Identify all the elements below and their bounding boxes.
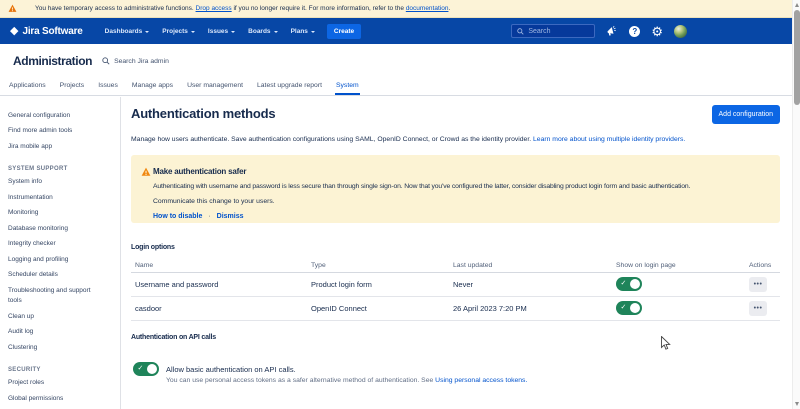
nav-plans[interactable]: Plans bbox=[291, 28, 315, 35]
sidebar-item-instrumentation[interactable]: Instrumentation bbox=[8, 190, 106, 206]
basic-auth-toggle[interactable]: ✓ bbox=[133, 362, 159, 376]
add-configuration-button[interactable]: Add configuration bbox=[712, 105, 780, 124]
sidebar-item-scheduler-details[interactable]: Scheduler details bbox=[8, 268, 106, 284]
help-icon[interactable]: ? bbox=[629, 26, 640, 37]
tab-manage-apps[interactable]: Manage apps bbox=[131, 78, 174, 95]
nav-issues[interactable]: Issues bbox=[208, 28, 235, 35]
admin-tabs: Applications Projects Issues Manage apps… bbox=[0, 78, 792, 96]
sidebar-item-find-more-admin-tools[interactable]: Find more admin tools bbox=[8, 124, 106, 140]
sidebar-section-security: SECURITY bbox=[8, 365, 106, 376]
warning-icon bbox=[141, 167, 151, 177]
sidebar-item-database-monitoring[interactable]: Database monitoring bbox=[8, 221, 106, 237]
show-on-login-toggle[interactable]: ✓ bbox=[616, 277, 642, 291]
row-last-updated: Never bbox=[453, 280, 616, 289]
jira-brand[interactable]: ◆ Jira Software bbox=[10, 26, 83, 37]
show-on-login-toggle[interactable]: ✓ bbox=[616, 301, 642, 315]
row-last-updated: 26 April 2023 7:20 PM bbox=[453, 304, 616, 313]
row-actions-button[interactable]: ••• bbox=[749, 277, 767, 292]
admin-search[interactable]: Search Jira admin bbox=[102, 57, 169, 65]
api-subtext: You can use personal access tokens as a … bbox=[166, 377, 527, 384]
documentation-link[interactable]: documentation bbox=[406, 5, 449, 12]
warning-panel: Make authentication safer Authenticating… bbox=[131, 155, 780, 223]
scrollbar-up-arrow[interactable] bbox=[795, 3, 799, 7]
chevron-down-icon bbox=[311, 31, 315, 33]
nav-dashboards[interactable]: Dashboards bbox=[105, 28, 150, 35]
sidebar-item-clustering[interactable]: Clustering bbox=[8, 340, 106, 356]
warning-line1: Authenticating with username and passwor… bbox=[153, 183, 768, 190]
tab-user-management[interactable]: User management bbox=[186, 78, 244, 95]
chevron-down-icon bbox=[191, 31, 195, 33]
user-avatar[interactable] bbox=[674, 25, 687, 38]
login-options-title: Login options bbox=[131, 244, 780, 251]
tab-latest-upgrade-report[interactable]: Latest upgrade report bbox=[256, 78, 323, 95]
warning-title: Make authentication safer bbox=[153, 167, 768, 176]
admin-header: Administration Search Jira admin bbox=[0, 44, 792, 78]
row-name: casdoor bbox=[131, 304, 311, 313]
how-to-disable-link[interactable]: How to disable bbox=[153, 213, 202, 220]
sidebar-item-logging-and-profiling[interactable]: Logging and profiling bbox=[8, 252, 106, 268]
gear-icon[interactable]: ⚙ bbox=[651, 25, 663, 38]
dismiss-link[interactable]: Dismiss bbox=[217, 213, 244, 220]
sidebar-item-global-permissions[interactable]: Global permissions bbox=[8, 391, 106, 407]
chevron-down-icon bbox=[274, 31, 278, 33]
login-options-table: Name Type Last updated Show on login pag… bbox=[131, 258, 780, 321]
warning-line2: Communicate this change to your users. bbox=[153, 198, 768, 205]
api-section-title: Authentication on API calls bbox=[131, 334, 780, 341]
mouse-cursor bbox=[660, 336, 671, 351]
sidebar-item-clean-up[interactable]: Clean up bbox=[8, 309, 106, 325]
announcement-icon[interactable] bbox=[606, 25, 618, 37]
sidebar-item-project-roles[interactable]: Project roles bbox=[8, 376, 106, 392]
main-content: Authentication methods Add configuration… bbox=[131, 97, 780, 409]
tab-issues[interactable]: Issues bbox=[97, 78, 119, 95]
sidebar-item-troubleshooting[interactable]: Troubleshooting and support tools bbox=[8, 283, 106, 309]
learn-more-link[interactable]: Learn more about using multiple identity… bbox=[533, 136, 685, 143]
nav-boards[interactable]: Boards bbox=[248, 28, 277, 35]
personal-access-tokens-link[interactable]: Using personal access tokens. bbox=[435, 377, 527, 384]
scrollbar-down-arrow[interactable] bbox=[795, 402, 799, 406]
scrollbar-thumb[interactable] bbox=[794, 10, 800, 105]
section-description: Manage how users authenticate. Save auth… bbox=[131, 136, 780, 143]
sidebar-item-system-info[interactable]: System info bbox=[8, 175, 106, 191]
page-title: Administration bbox=[13, 54, 92, 68]
table-row: casdoor OpenID Connect 26 April 2023 7:2… bbox=[131, 297, 780, 321]
col-show-on-login: Show on login page bbox=[616, 262, 749, 269]
sidebar-item-integrity-checker[interactable]: Integrity checker bbox=[8, 237, 106, 253]
tab-applications[interactable]: Applications bbox=[8, 78, 47, 95]
tab-projects[interactable]: Projects bbox=[59, 78, 86, 95]
jira-brand-name: Jira Software bbox=[22, 26, 82, 37]
banner-text: You have temporary access to administrat… bbox=[35, 5, 450, 12]
sidebar-section-system-support: SYSTEM SUPPORT bbox=[8, 164, 106, 175]
admin-sidebar: General configuration Find more admin to… bbox=[0, 97, 121, 409]
row-name: Username and password bbox=[131, 280, 311, 289]
jira-logo-icon: ◆ bbox=[10, 26, 18, 37]
vertical-scrollbar[interactable] bbox=[792, 0, 800, 409]
chevron-down-icon bbox=[145, 31, 149, 33]
chevron-down-icon bbox=[231, 31, 235, 33]
nav-projects[interactable]: Projects bbox=[162, 28, 195, 35]
search-icon bbox=[102, 57, 110, 65]
sidebar-item-monitoring[interactable]: Monitoring bbox=[8, 206, 106, 222]
col-actions: Actions bbox=[749, 262, 776, 269]
table-row: Username and password Product login form… bbox=[131, 273, 780, 297]
sidebar-item-general-configuration[interactable]: General configuration bbox=[8, 108, 106, 124]
drop-access-link[interactable]: Drop access bbox=[196, 5, 232, 12]
global-search-input[interactable]: Search bbox=[511, 24, 595, 38]
col-last-updated: Last updated bbox=[453, 262, 616, 269]
row-type: Product login form bbox=[311, 280, 453, 289]
row-actions-button[interactable]: ••• bbox=[749, 301, 767, 316]
sidebar-item-jira-mobile-app[interactable]: Jira mobile app bbox=[8, 139, 106, 155]
api-toggle-label: Allow basic authentication on API calls. bbox=[166, 362, 527, 374]
col-type: Type bbox=[311, 262, 453, 269]
top-navbar: ◆ Jira Software Dashboards Projects Issu… bbox=[0, 18, 792, 44]
search-icon bbox=[517, 28, 524, 35]
tab-system[interactable]: System bbox=[335, 78, 360, 95]
admin-access-banner: You have temporary access to administrat… bbox=[0, 0, 792, 18]
sidebar-item-audit-log[interactable]: Audit log bbox=[8, 325, 106, 341]
section-title: Authentication methods bbox=[131, 106, 780, 121]
col-name: Name bbox=[131, 262, 311, 269]
create-button[interactable]: Create bbox=[327, 24, 361, 39]
row-type: OpenID Connect bbox=[311, 304, 453, 313]
warning-icon bbox=[8, 4, 17, 13]
